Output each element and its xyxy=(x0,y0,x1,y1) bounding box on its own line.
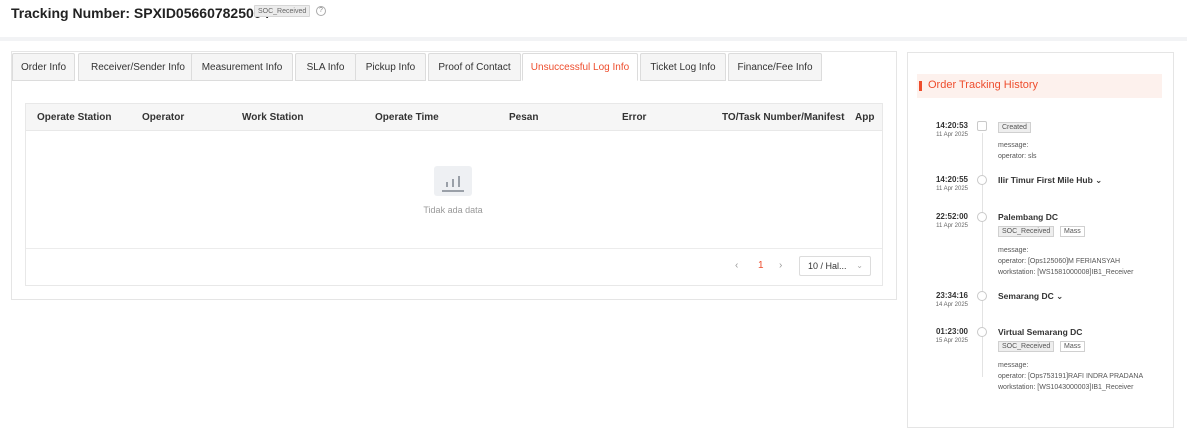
event-date: 15 Apr 2025 xyxy=(935,338,968,344)
event-time: 22:52:00 xyxy=(935,212,968,221)
location-icon xyxy=(977,212,987,222)
event-message: message: xyxy=(998,247,1029,254)
event-tag: Mass xyxy=(1060,226,1085,237)
tab-proof-of-contact[interactable]: Proof of Contact xyxy=(428,53,521,81)
page-header: Tracking Number: SPXID056607825004 SOC_R… xyxy=(0,0,1187,37)
event-message: message: xyxy=(998,362,1029,369)
event-tag: Mass xyxy=(1060,341,1085,352)
help-icon[interactable]: ? xyxy=(316,6,326,16)
column-pesan: Pesan xyxy=(509,112,539,123)
empty-data-icon xyxy=(434,166,472,196)
next-page-button[interactable]: › xyxy=(779,260,782,271)
event-date: 11 Apr 2025 xyxy=(936,186,968,192)
tracking-header: Order Tracking History xyxy=(917,74,1162,98)
timeline-line xyxy=(982,133,983,377)
tab-sla-info[interactable]: SLA Info xyxy=(295,53,356,81)
event-message: message: xyxy=(998,142,1029,149)
chevron-down-icon: ⌄ xyxy=(856,261,863,270)
tab-unsuccessful-log-info[interactable]: Unsuccessful Log Info xyxy=(522,53,638,81)
chevron-down-icon[interactable]: ⌄ xyxy=(1095,175,1102,185)
column-operator: Operator xyxy=(142,112,185,123)
event-operator: operator: sls xyxy=(998,153,1037,160)
page-size-select[interactable]: 10 / Hal... ⌄ xyxy=(799,256,871,276)
event-time: 01:23:00 xyxy=(935,327,968,336)
tab-measurement-info[interactable]: Measurement Info xyxy=(191,53,293,81)
event-status-badge: SOC_Received xyxy=(998,341,1055,352)
event-time: 23:34:16 xyxy=(935,291,968,300)
location-icon xyxy=(977,327,987,337)
order-tracking-panel: Order Tracking History 14:20:53 11 Apr 2… xyxy=(907,52,1174,428)
prev-page-button[interactable]: ‹ xyxy=(735,260,738,271)
tracking-title: Order Tracking History xyxy=(928,79,1039,91)
tab-ticket-log-info[interactable]: Ticket Log Info xyxy=(640,53,726,81)
page-size-value: 10 / Hal... xyxy=(808,261,847,271)
event-workstation: workstation: [WS1581000008]IB1_Receiver xyxy=(998,269,1134,276)
header-accent-bar xyxy=(919,81,922,91)
event-time: 14:20:53 xyxy=(935,121,968,130)
column-operate-time: Operate Time xyxy=(375,112,439,123)
detail-panel: Order Info Receiver/Sender Info Measurem… xyxy=(11,51,897,300)
event-status-badge: SOC_Received xyxy=(998,226,1055,237)
column-operate-station: Operate Station xyxy=(37,112,112,123)
page-title: Tracking Number: SPXID056607825004 xyxy=(11,5,270,21)
tab-receiver-sender-info[interactable]: Receiver/Sender Info xyxy=(78,53,198,81)
location-icon xyxy=(977,175,987,185)
event-date: 14 Apr 2025 xyxy=(935,302,968,308)
event-time: 14:20:55 xyxy=(935,175,968,184)
column-error: Error xyxy=(622,112,647,123)
event-date: 11 Apr 2025 xyxy=(936,132,968,138)
location-icon xyxy=(977,291,987,301)
header-divider xyxy=(0,37,1187,41)
event-workstation: workstation: [WS1043000003]IB1_Receiver xyxy=(998,384,1134,391)
event-date: 11 Apr 2025 xyxy=(936,223,968,229)
tab-order-info[interactable]: Order Info xyxy=(12,53,75,81)
unsuccessful-log-table: Operate Station Operator Work Station Op… xyxy=(25,103,883,286)
event-location: Virtual Semarang DC xyxy=(998,327,1083,337)
event-operator: operator: [Ops753191]RAFI INDRA PRADANA xyxy=(998,373,1144,380)
current-page[interactable]: 1 xyxy=(758,260,764,271)
tab-finance-fee-info[interactable]: Finance/Fee Info xyxy=(728,53,822,81)
table-header: Operate Station Operator Work Station Op… xyxy=(26,104,882,131)
tab-bar: Order Info Receiver/Sender Info Measurem… xyxy=(12,52,896,81)
event-location: Palembang DC xyxy=(998,212,1058,222)
event-location-label: Semarang DC xyxy=(998,291,1054,301)
event-location[interactable]: Ilir Timur First Mile Hub ⌄ xyxy=(998,175,1102,186)
event-operator: operator: [Ops125060]M FERIANSYAH xyxy=(998,258,1121,265)
pagination-divider xyxy=(26,248,882,249)
column-task-number-manifest: TO/Task Number/Manifest xyxy=(722,112,845,123)
event-location-label: Ilir Timur First Mile Hub xyxy=(998,175,1093,185)
column-work-station: Work Station xyxy=(242,112,304,123)
event-location[interactable]: Semarang DC ⌄ xyxy=(998,291,1063,302)
column-app: App xyxy=(855,112,875,123)
empty-state-text: Tidak ada data xyxy=(423,205,483,215)
status-badge: SOC_Received xyxy=(254,5,311,17)
chevron-down-icon[interactable]: ⌄ xyxy=(1056,291,1063,301)
tab-pickup-info[interactable]: Pickup Info xyxy=(355,53,426,81)
document-icon xyxy=(977,121,987,131)
event-status-badge: Created xyxy=(998,122,1031,133)
